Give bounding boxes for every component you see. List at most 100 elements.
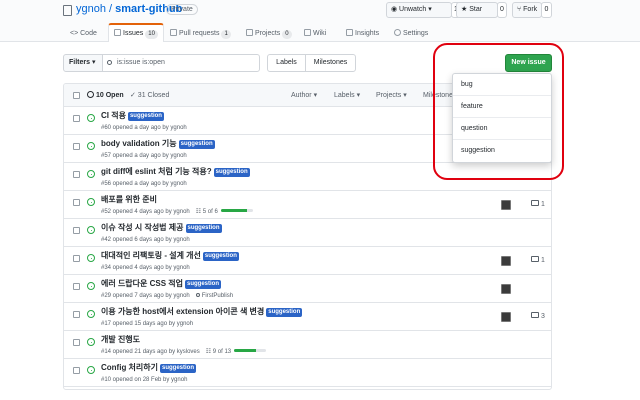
- tab-settings[interactable]: Settings: [394, 26, 428, 42]
- issue-meta: #56 opened a day ago by ygnoh: [101, 180, 187, 188]
- highlight-annotation: [433, 43, 564, 180]
- issue-row: Config 처리하기 suggestion #10 opened on 28 Fe…: [64, 359, 551, 387]
- issue-checkbox[interactable]: [73, 115, 80, 122]
- issue-checkbox[interactable]: [73, 367, 80, 374]
- repo-owner-link[interactable]: ygnoh: [76, 3, 106, 15]
- issue-title-link[interactable]: 배포를 위한 준비: [101, 194, 157, 206]
- label-badge[interactable]: suggestion: [202, 252, 239, 261]
- issue-search-input[interactable]: is:issue is:open: [102, 54, 260, 72]
- tab-projects[interactable]: Projects 0: [246, 26, 292, 42]
- tab-code[interactable]: <> Code: [70, 26, 97, 42]
- issue-title: 개발 진행도: [101, 335, 141, 344]
- milestones-button[interactable]: Milestones: [305, 54, 356, 72]
- select-all-checkbox[interactable]: [73, 92, 80, 99]
- issue-opened-icon: [87, 282, 95, 290]
- comment-count[interactable]: 1: [531, 256, 545, 265]
- tab-issues-label: Issues: [123, 30, 144, 37]
- issue-title: 대대적인 리팩토링 - 설계 개선: [101, 251, 201, 260]
- tab-pull-requests[interactable]: Pull requests 1: [170, 26, 231, 42]
- issue-checkbox[interactable]: [73, 199, 80, 206]
- issue-title-link[interactable]: 개발 진행도: [101, 334, 140, 346]
- issue-checkbox[interactable]: [73, 283, 80, 290]
- issue-meta-text: #42 opened 6 days ago by ygnoh: [101, 237, 190, 243]
- label-badge[interactable]: suggestion: [185, 280, 222, 289]
- labels-button[interactable]: Labels: [267, 54, 306, 72]
- issue-meta-text: #14 opened 21 days ago by kysloves: [101, 349, 200, 355]
- label-badge[interactable]: suggestion: [178, 140, 215, 149]
- tab-wiki[interactable]: Wiki: [304, 26, 326, 42]
- fork-button[interactable]: ⑂ Fork: [512, 2, 542, 18]
- issue-title-link[interactable]: CI 적용 suggestion: [101, 110, 164, 122]
- comment-icon: [531, 312, 539, 318]
- tab-issues[interactable]: Issues 10: [108, 23, 164, 42]
- issue-opened-icon: [87, 254, 95, 262]
- issue-meta-text: #10 opened on 28 Feb by ygnoh: [101, 377, 188, 383]
- issue-opened-icon: [87, 142, 95, 150]
- repo-icon: [63, 5, 72, 16]
- tab-projects-count: 0: [282, 30, 292, 39]
- comment-count[interactable]: 3: [531, 312, 545, 321]
- issue-title: git diff에 eslint 처럼 기능 적용?: [101, 167, 212, 176]
- filters-button[interactable]: Filters ▾: [63, 54, 103, 72]
- issue-meta-text: #57 opened a day ago by ygnoh: [101, 153, 187, 159]
- graph-icon: [346, 29, 353, 36]
- avatar[interactable]: [501, 200, 511, 210]
- repo-header: ygnoh / smart-github Private ◉ Unwatch ▾…: [0, 0, 640, 42]
- private-badge: Private: [166, 4, 198, 15]
- issue-opened-icon: [87, 366, 95, 374]
- issue-title-link[interactable]: 이슈 작성 시 작성법 제공 suggestion: [101, 222, 222, 234]
- issue-title-link[interactable]: Config 처리하기 suggestion: [101, 362, 197, 374]
- issue-checkbox[interactable]: [73, 171, 80, 178]
- issue-title-link[interactable]: 이용 가능한 host에서 extension 아이콘 색 변경 suggesti…: [101, 306, 303, 318]
- comment-count[interactable]: 1: [531, 200, 545, 209]
- issue-title-link[interactable]: git diff에 eslint 처럼 기능 적용? suggestion: [101, 166, 250, 178]
- issue-meta-text: #17 opened 15 days ago by ygnoh: [101, 321, 194, 327]
- comment-icon: [531, 256, 539, 262]
- tab-pull-requests-count: 1: [221, 30, 231, 39]
- task-progress-fill: [220, 209, 248, 212]
- projects-filter[interactable]: Projects ▾: [376, 91, 407, 100]
- label-badge[interactable]: suggestion: [160, 364, 197, 373]
- milestone[interactable]: FirstPublish: [195, 292, 234, 300]
- issue-title: 배포를 위한 준비: [101, 195, 157, 204]
- issue-opened-icon: [87, 310, 95, 318]
- issue-title: 이용 가능한 host에서 extension 아이콘 색 변경: [101, 307, 265, 316]
- task-progress-text: 5 of 6: [202, 209, 218, 215]
- milestone-name: FirstPublish: [201, 293, 234, 299]
- tab-settings-label: Settings: [403, 30, 429, 37]
- issue-meta: #29 opened 7 days ago by ygnoh FirstPubli…: [101, 292, 233, 300]
- task-progress-bar: [220, 209, 253, 212]
- issue-title: CI 적용: [101, 111, 126, 120]
- tab-insights[interactable]: Insights: [346, 26, 379, 42]
- label-badge[interactable]: suggestion: [185, 224, 222, 233]
- issue-checkbox[interactable]: [73, 143, 80, 150]
- issue-title-link[interactable]: body validation 기능 suggestion: [101, 138, 215, 150]
- task-progress-fill: [234, 349, 257, 352]
- star-button[interactable]: ★ Star: [456, 2, 498, 18]
- author-filter[interactable]: Author ▾: [291, 91, 317, 100]
- label-badge[interactable]: suggestion: [266, 308, 303, 317]
- issue-title-link[interactable]: 대대적인 리팩토링 - 설계 개선 suggestion: [101, 250, 239, 262]
- issue-checkbox[interactable]: [73, 227, 80, 234]
- avatar[interactable]: [501, 284, 511, 294]
- issue-opened-icon: [87, 114, 95, 122]
- issue-checkbox[interactable]: [73, 255, 80, 262]
- issue-title: 이슈 작성 시 작성법 제공: [101, 223, 184, 232]
- gear-icon: [394, 29, 401, 36]
- open-count: 10 Open: [96, 92, 124, 99]
- unwatch-button[interactable]: ◉ Unwatch ▾: [386, 2, 452, 18]
- issue-title-link[interactable]: 에러 드랍다운 CSS 적업 suggestion: [101, 278, 222, 290]
- labels-filter[interactable]: Labels ▾: [334, 91, 360, 100]
- fork-count[interactable]: 0: [541, 2, 552, 18]
- tab-wiki-label: Wiki: [313, 30, 327, 37]
- avatar[interactable]: [501, 312, 511, 322]
- issue-checkbox[interactable]: [73, 311, 80, 318]
- closed-filter-link[interactable]: ✓ 31 Closed: [130, 91, 169, 100]
- open-filter-link[interactable]: 10 Open: [87, 91, 124, 100]
- label-badge[interactable]: suggestion: [127, 112, 164, 121]
- issue-title: 에러 드랍다운 CSS 적업: [101, 279, 183, 288]
- label-badge[interactable]: suggestion: [213, 168, 250, 177]
- avatar[interactable]: [501, 256, 511, 266]
- issue-checkbox[interactable]: [73, 339, 80, 346]
- star-count[interactable]: 0: [497, 2, 507, 18]
